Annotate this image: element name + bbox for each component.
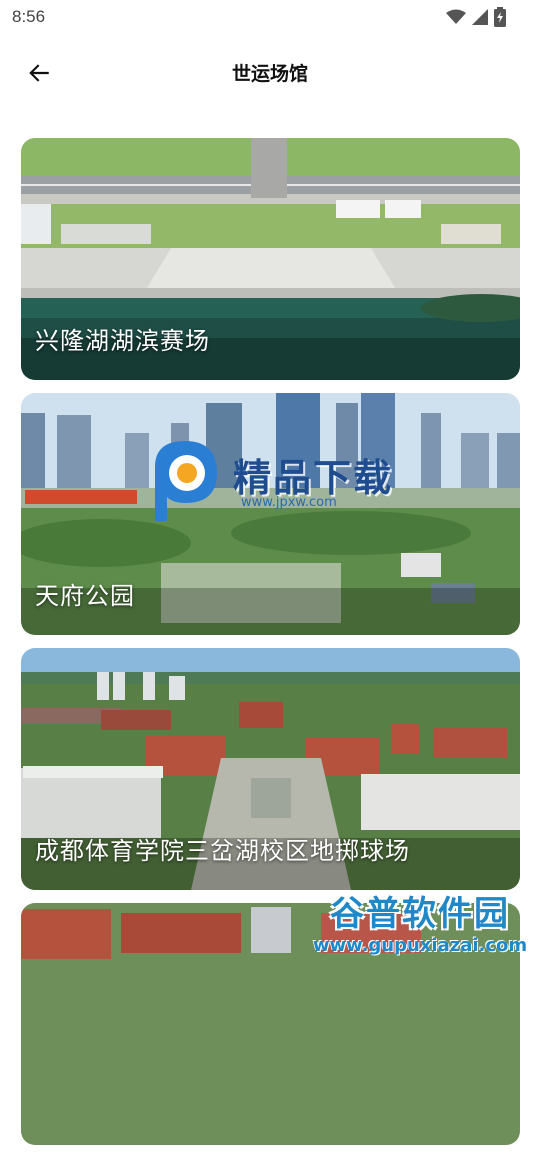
battery-charging-icon [494, 7, 506, 27]
venue-card[interactable]: 兴隆湖湖滨赛场 [21, 138, 520, 380]
overlay-logo-url: www.jpxw.com [241, 495, 337, 510]
venue-card[interactable]: 精品下载 www.jpxw.com 天府公园 [21, 393, 520, 635]
p-logo-icon [145, 437, 225, 521]
status-time: 8:56 [12, 7, 45, 27]
watermark-title: 谷普软件园 [330, 886, 510, 935]
venue-card[interactable]: 成都体育学院三岔湖校区地掷球场 [21, 648, 520, 890]
watermark-url: www.gupuxiazai.com [313, 935, 527, 956]
wifi-icon [446, 9, 466, 25]
arrow-left-icon [26, 60, 52, 86]
status-bar: 8:56 [0, 0, 540, 34]
venue-list: 兴隆湖湖滨赛场 [21, 138, 520, 1158]
back-button[interactable] [22, 56, 56, 90]
signal-icon [472, 9, 488, 25]
page-title: 世运场馆 [232, 59, 308, 86]
venue-name: 兴隆湖湖滨赛场 [35, 321, 210, 356]
watermark: 谷普软件园 www.gupuxiazai.com [300, 882, 540, 960]
venue-name: 天府公园 [35, 576, 135, 611]
venue-name: 成都体育学院三岔湖校区地掷球场 [35, 831, 410, 866]
overlay-logo-text: 精品下载 [233, 447, 393, 502]
overlay-logo: 精品下载 www.jpxw.com [145, 437, 425, 521]
app-bar: 世运场馆 [0, 44, 540, 100]
status-icons [446, 7, 506, 27]
